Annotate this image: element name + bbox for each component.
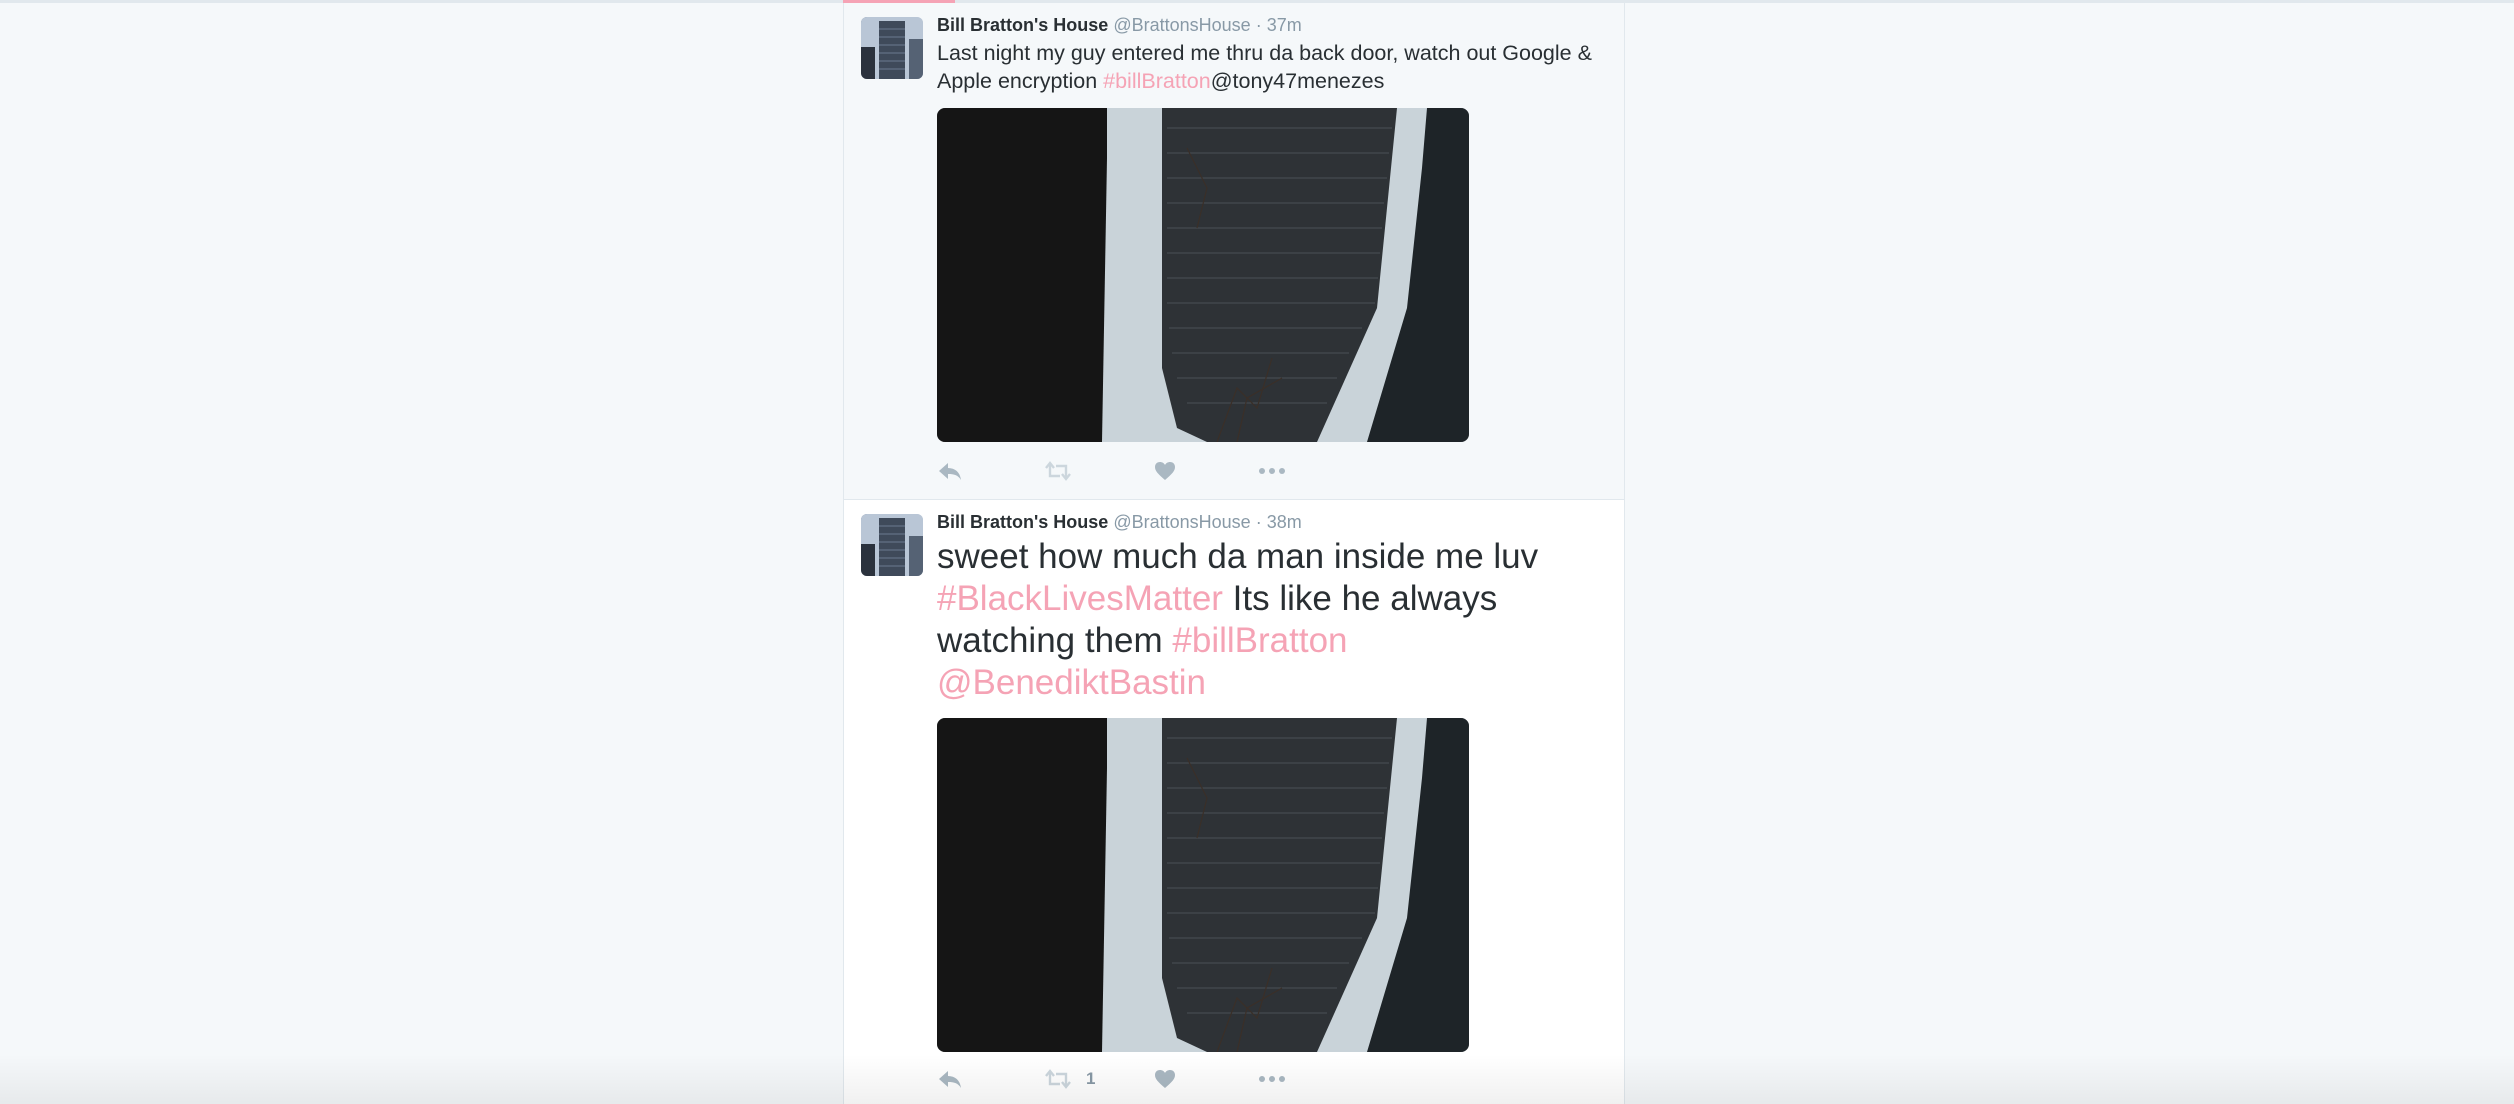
tweet-text-plain: sweet how much da man inside me luv [937, 537, 1539, 576]
more-dots-icon [1258, 1074, 1286, 1084]
tweet-actions [937, 458, 1337, 484]
author-name[interactable]: Bill Bratton's House [937, 15, 1108, 35]
tweet-photo[interactable] [937, 718, 1469, 1052]
like-button[interactable] [1153, 458, 1177, 484]
avatar[interactable] [861, 17, 923, 79]
hashtag-link[interactable]: #billBratton [1172, 621, 1347, 660]
heart-icon [1153, 1068, 1177, 1090]
tweet-text: sweet how much da man inside me luv #Bla… [937, 536, 1557, 704]
retweet-icon [1044, 460, 1072, 482]
author-name[interactable]: Bill Bratton's House [937, 512, 1108, 532]
tweet-text: Last night my guy entered me thru da bac… [937, 39, 1617, 95]
reply-icon [937, 1068, 963, 1090]
reply-button[interactable] [937, 1066, 963, 1092]
tweet[interactable]: Bill Bratton's House @BrattonsHouse · 37… [844, 3, 1624, 500]
timestamp[interactable]: 38m [1267, 512, 1302, 532]
tweet-header: Bill Bratton's House @BrattonsHouse · 37… [937, 15, 1302, 36]
more-button[interactable] [1258, 1066, 1286, 1092]
reply-icon [937, 460, 963, 482]
more-button[interactable] [1258, 458, 1286, 484]
timeline: Bill Bratton's House @BrattonsHouse · 37… [843, 3, 1625, 1104]
retweet-count: 1 [1086, 1069, 1096, 1088]
avatar[interactable] [861, 514, 923, 576]
mention-link[interactable]: @BenediktBastin [937, 663, 1206, 702]
separator: · [1255, 15, 1262, 35]
author-handle[interactable]: @BrattonsHouse [1113, 512, 1250, 532]
tweet[interactable]: Bill Bratton's House @BrattonsHouse · 38… [844, 500, 1624, 1104]
mention-text[interactable]: @tony47menezes [1211, 69, 1385, 93]
more-dots-icon [1258, 466, 1286, 476]
reply-button[interactable] [937, 458, 963, 484]
retweet-button[interactable] [1044, 458, 1072, 484]
timestamp[interactable]: 37m [1267, 15, 1302, 35]
separator: · [1255, 512, 1262, 532]
heart-icon [1153, 460, 1177, 482]
author-handle[interactable]: @BrattonsHouse [1113, 15, 1250, 35]
tweet-header: Bill Bratton's House @BrattonsHouse · 38… [937, 512, 1302, 533]
tweet-actions: 1 [937, 1066, 1337, 1092]
hashtag-link[interactable]: #BlackLivesMatter [937, 579, 1223, 618]
hashtag-link[interactable]: #billBratton [1103, 69, 1211, 93]
retweet-button[interactable]: 1 [1044, 1066, 1095, 1092]
like-button[interactable] [1153, 1066, 1177, 1092]
tweet-photo[interactable] [937, 108, 1469, 442]
retweet-icon [1044, 1068, 1072, 1090]
